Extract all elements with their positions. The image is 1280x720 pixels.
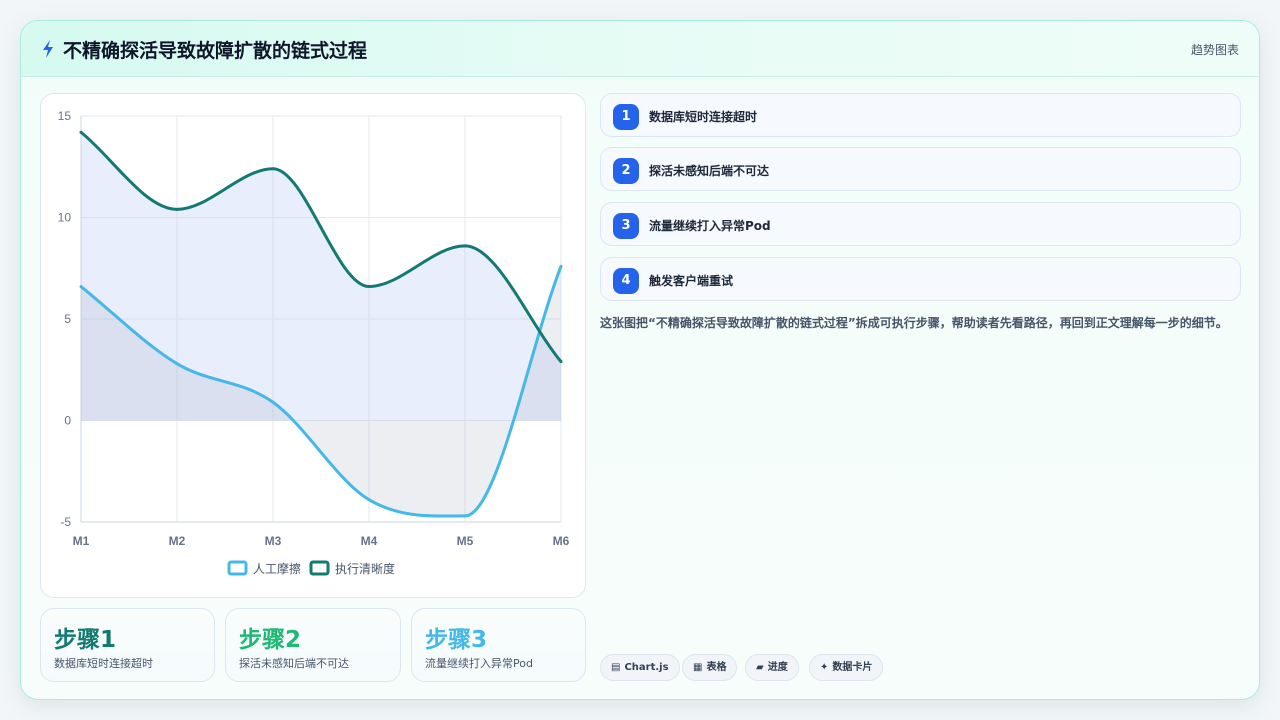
data-point [367, 498, 371, 502]
chip-label: 进度 [767, 662, 788, 673]
step-number-badge: 3 [613, 213, 639, 239]
description-text: 这张图把“不精确探活导致故障扩散的链式过程”拆成可执行步骤，帮助读者先看路径，再… [600, 316, 1228, 330]
chip-label: 表格 [706, 662, 727, 673]
step-subtitle: 数据库短时连接超时 [54, 657, 153, 670]
legend-label-1: 人工摩擦 [253, 561, 301, 576]
page-title: 不精确探活导致故障扩散的链式过程 [63, 40, 368, 62]
data-point [559, 264, 563, 268]
x-tick-label: M5 [457, 534, 474, 548]
chip-data-card[interactable]: ✦ 数据卡片 [809, 654, 884, 681]
list-item: 2 探活未感知后端不可达 [600, 147, 1241, 191]
step-number-badge: 1 [613, 104, 639, 130]
y-tick-label: -5 [60, 515, 71, 529]
legend-swatch-1 [227, 560, 248, 576]
step-card-2: 步骤2 探活未感知后端不可达 [225, 608, 401, 682]
table-icon: ▦ [693, 662, 703, 673]
list-item-text: 数据库短时连接超时 [649, 110, 758, 124]
step-card-1: 步骤1 数据库短时连接超时 [40, 608, 215, 682]
data-point [559, 360, 563, 364]
y-tick-label: 10 [58, 211, 72, 225]
y-tick-label: 5 [64, 312, 71, 326]
chip-chartjs[interactable]: ▤ Chart.js [600, 654, 680, 681]
step-title: 步骤3 [425, 627, 488, 653]
chip-label: 数据卡片 [832, 662, 873, 673]
data-point [463, 514, 467, 518]
chip-progress[interactable]: ▰ 进度 [745, 654, 799, 681]
legend-label-2: 执行清晰度 [335, 561, 395, 576]
sparkle-icon: ✦ [820, 662, 829, 673]
y-tick-label: 0 [64, 414, 71, 428]
x-tick-label: M6 [553, 534, 570, 548]
list-item-text: 探活未感知后端不可达 [649, 164, 770, 178]
chip-table[interactable]: ▦ 表格 [682, 654, 738, 681]
list-item: 1 数据库短时连接超时 [600, 93, 1241, 137]
step-subtitle: 流量继续打入异常Pod [425, 657, 533, 670]
chart-container: -5 0 5 10 15 M1 M2 M3 M4 M5 M6 人工摩擦 执行清晰度 [40, 93, 586, 598]
list-item-text: 流量继续打入异常Pod [649, 219, 771, 233]
data-point [175, 362, 179, 366]
step-subtitle: 探活未感知后端不可达 [239, 657, 349, 670]
lightning-icon [43, 40, 53, 58]
progress-icon: ▰ [756, 662, 764, 673]
step-title: 步骤1 [54, 627, 117, 653]
x-tick-label: M4 [361, 534, 378, 548]
x-tick-label: M1 [73, 534, 90, 548]
x-tick-label: M2 [169, 534, 186, 548]
data-point [367, 285, 371, 289]
chart-icon: ▤ [611, 662, 621, 673]
list-item: 3 流量继续打入异常Pod [600, 202, 1241, 246]
chip-label: Chart.js [624, 662, 669, 673]
y-tick-label: 15 [58, 109, 72, 123]
step-title: 步骤2 [239, 627, 302, 653]
step-card-3: 步骤3 流量继续打入异常Pod [411, 608, 586, 682]
data-point [175, 207, 179, 211]
main-card: 不精确探活导致故障扩散的链式过程 趋势图表 -5 0 5 10 15 M1 M2 M3 M4 M5… [20, 20, 1260, 700]
data-point [79, 285, 83, 289]
data-point [271, 400, 275, 404]
data-point [79, 130, 83, 134]
step-number-badge: 2 [613, 158, 639, 184]
chart-type-tag: 趋势图表 [1190, 43, 1239, 57]
step-number-badge: 4 [613, 268, 639, 294]
list-item-text: 触发客户端重试 [649, 274, 734, 288]
legend-swatch-2 [309, 560, 330, 576]
data-point [463, 244, 467, 248]
line-chart: -5 0 5 10 15 M1 M2 M3 M4 M5 M6 人工摩擦 执行清晰度 [58, 109, 570, 576]
data-point [271, 167, 275, 171]
header: 不精确探活导致故障扩散的链式过程 趋势图表 [21, 21, 1259, 77]
list-item: 4 触发客户端重试 [600, 257, 1241, 301]
x-tick-label: M3 [265, 534, 282, 548]
